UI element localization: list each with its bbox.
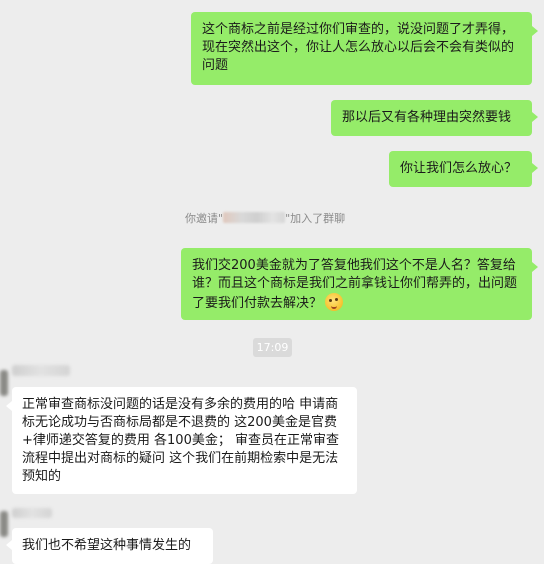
system-message-suffix: "加入了群聊 [285, 212, 346, 225]
message-text: 你让我们怎么放心？ [400, 161, 518, 176]
outgoing-message[interactable]: 你让我们怎么放心？ [389, 151, 532, 187]
system-message-prefix: 你邀请" [185, 212, 224, 225]
bubble-tail [532, 26, 538, 36]
message-text: 那以后又有各种理由突然要钱 [342, 110, 512, 125]
message-text: 我们交200美金就为了答复他我们这个不是人名？答复给谁？而且这个商标是我们之前拿… [192, 258, 518, 311]
avatar [0, 511, 8, 537]
dizzy-face-emoji-icon [325, 293, 344, 311]
bubble-tail [532, 112, 538, 122]
incoming-message[interactable]: 我们也不希望这种事情发生的 [12, 528, 213, 564]
outgoing-message[interactable]: 我们交200美金就为了答复他我们这个不是人名？答复给谁？而且这个商标是我们之前拿… [181, 248, 532, 320]
bubble-tail [6, 540, 12, 550]
timestamp-badge: 17:09 [253, 338, 292, 357]
blurred-username [223, 212, 286, 223]
message-text: 正常审查商标没问题的话是没有多余的费用的哈 申请商标无论成功与否商标局都是不退费… [22, 397, 339, 484]
blurred-sender-name [12, 365, 70, 376]
bubble-tail [532, 262, 538, 272]
outgoing-message[interactable]: 这个商标之前是经过你们审查的，说没问题了才弄得，现在突然出这个，你让人怎么放心以… [191, 12, 532, 85]
bubble-tail [532, 163, 538, 173]
avatar [0, 370, 8, 396]
incoming-message[interactable]: 正常审查商标没问题的话是没有多余的费用的哈 申请商标无论成功与否商标局都是不退费… [12, 387, 357, 494]
message-text: 我们也不希望这种事情发生的 [22, 538, 192, 553]
system-message: 你邀请" "加入了群聊 [185, 210, 345, 226]
outgoing-message[interactable]: 那以后又有各种理由突然要钱 [331, 100, 532, 136]
message-text: 这个商标之前是经过你们审查的，说没问题了才弄得，现在突然出这个，你让人怎么放心以… [202, 22, 515, 73]
bubble-tail [6, 401, 12, 411]
blurred-sender-name [12, 508, 52, 518]
